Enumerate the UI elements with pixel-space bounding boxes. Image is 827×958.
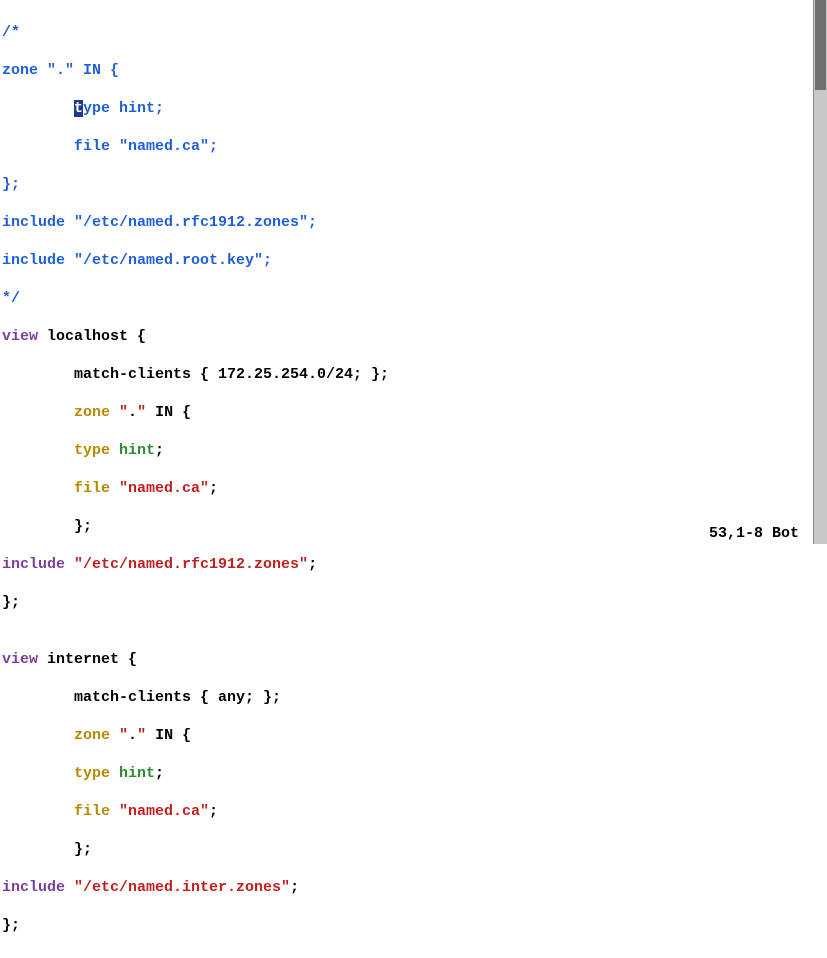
status-bar: 53,1-8 Bot bbox=[709, 525, 799, 542]
code-line: type hint; bbox=[2, 441, 825, 460]
code-line: */ bbox=[2, 289, 825, 308]
code-line: match-clients { 172.25.254.0/24; }; bbox=[2, 365, 825, 384]
code-line: include "/etc/named.inter.zones"; bbox=[2, 878, 825, 897]
cursor: t bbox=[74, 100, 83, 117]
code-line: include "/etc/named.rfc1912.zones"; bbox=[2, 213, 825, 232]
code-line: type hint; bbox=[2, 99, 825, 118]
code-line: file "named.ca"; bbox=[2, 479, 825, 498]
cursor-position: 53,1-8 bbox=[709, 525, 763, 542]
code-editor[interactable]: /* zone "." IN { type hint; file "named.… bbox=[0, 0, 827, 958]
code-line: }; bbox=[2, 175, 825, 194]
code-line: }; bbox=[2, 593, 825, 612]
code-line: /* bbox=[2, 23, 825, 42]
code-line: view internet { bbox=[2, 650, 825, 669]
code-line: view localhost { bbox=[2, 327, 825, 346]
code-line: }; bbox=[2, 840, 825, 859]
scrollbar-thumb[interactable] bbox=[815, 0, 826, 90]
vertical-scrollbar[interactable] bbox=[813, 0, 827, 544]
code-line: }; bbox=[2, 517, 825, 536]
code-line: include "/etc/named.rfc1912.zones"; bbox=[2, 555, 825, 574]
code-line: file "named.ca"; bbox=[2, 137, 825, 156]
code-line: file "named.ca"; bbox=[2, 802, 825, 821]
code-line: include "/etc/named.root.key"; bbox=[2, 251, 825, 270]
code-line: match-clients { any; }; bbox=[2, 688, 825, 707]
scroll-position: Bot bbox=[772, 525, 799, 542]
code-line: }; bbox=[2, 916, 825, 935]
comment-close: */ bbox=[2, 290, 20, 307]
code-line: type hint; bbox=[2, 764, 825, 783]
code-line: zone "." IN { bbox=[2, 61, 825, 80]
code-line: zone "." IN { bbox=[2, 726, 825, 745]
code-line: zone "." IN { bbox=[2, 403, 825, 422]
comment-open: /* bbox=[2, 24, 20, 41]
